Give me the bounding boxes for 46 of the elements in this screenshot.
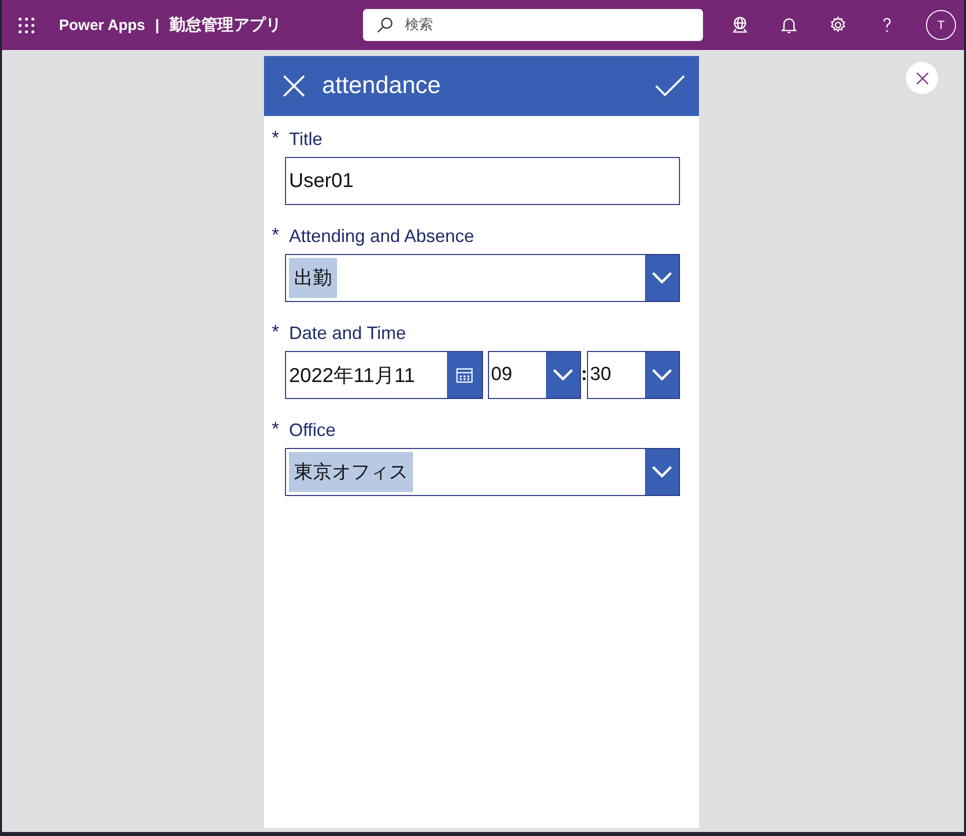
selected-tag[interactable]: 東京オフィス <box>289 452 413 492</box>
dropdown-button[interactable] <box>546 352 580 398</box>
combo-box[interactable]: 東京オフィス <box>285 448 680 496</box>
close-button[interactable] <box>282 74 306 98</box>
chevron-down-icon <box>553 369 573 381</box>
app-name[interactable]: Power Apps <box>59 16 146 34</box>
close-icon <box>282 74 306 98</box>
chevron-down-icon <box>652 369 672 381</box>
dropdown-button[interactable] <box>645 255 679 301</box>
close-icon <box>916 72 928 84</box>
minute-value: 30 <box>589 364 612 386</box>
search-icon <box>376 16 394 34</box>
app-launcher-icon[interactable] <box>18 16 35 34</box>
text-field[interactable]: User01 <box>285 157 680 205</box>
hour-value: 09 <box>490 364 512 386</box>
separator: | <box>155 16 160 34</box>
chevron-down-icon <box>652 272 672 284</box>
settings-icon[interactable] <box>828 15 848 35</box>
calendar-button[interactable] <box>447 352 482 398</box>
globe-icon[interactable] <box>730 15 750 35</box>
time-separator: : <box>581 364 587 386</box>
date-value: 2022年11月11 <box>288 364 416 388</box>
minute-dropdown[interactable]: 30 <box>587 351 680 399</box>
field-label: Attending and Absence <box>289 226 474 246</box>
date-picker[interactable]: 2022年11月11 <box>285 351 483 399</box>
close-button[interactable] <box>906 62 938 94</box>
hour-dropdown[interactable]: 09 <box>488 351 581 399</box>
required-marker: * <box>270 322 280 344</box>
selected-tag[interactable]: 出勤 <box>289 258 337 298</box>
dropdown-button[interactable] <box>645 449 679 495</box>
field-label: Office <box>289 420 336 440</box>
submit-button[interactable] <box>655 74 685 98</box>
field-label: Date and Time <box>289 322 406 344</box>
combo-box[interactable]: 出勤 <box>285 254 680 302</box>
field-label: Title <box>289 128 322 150</box>
calendar-icon <box>456 368 473 382</box>
checkmark-icon <box>655 74 685 98</box>
app-title: 勤怠管理アプリ <box>169 15 282 36</box>
search-field[interactable]: 検索 <box>363 9 703 41</box>
chevron-down-icon <box>652 466 672 478</box>
user-avatar[interactable]: T <box>926 10 956 40</box>
required-marker: * <box>270 419 280 441</box>
form-title: attendance <box>322 72 442 100</box>
required-marker: * <box>270 225 280 247</box>
dropdown-button[interactable] <box>645 352 679 398</box>
required-marker: * <box>270 128 280 150</box>
